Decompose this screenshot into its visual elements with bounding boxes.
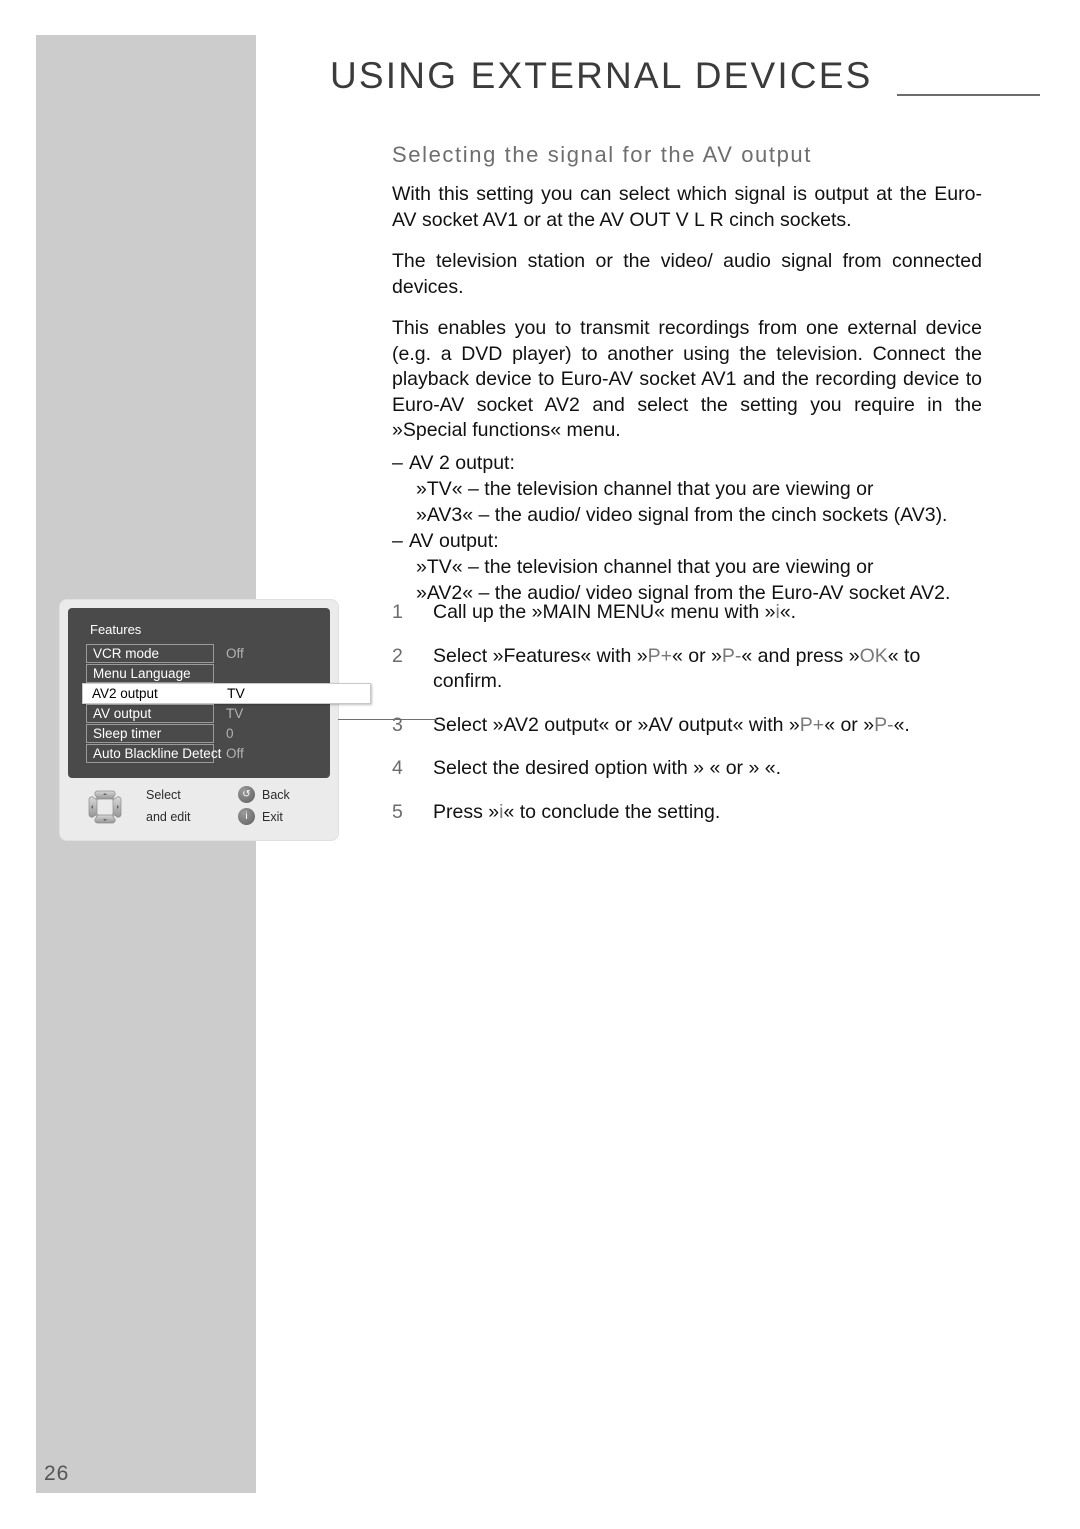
step-number: 3	[392, 713, 403, 736]
step-number: 2	[392, 644, 403, 667]
option-entry: »TV« – the television channel that you a…	[416, 555, 874, 578]
hint-exit-label: Exit	[262, 810, 283, 824]
tv-menu-row-label: Menu Language	[86, 664, 214, 683]
tv-menu-row-value: TV	[226, 706, 244, 721]
page-number: 26	[44, 1462, 70, 1485]
leader-line-to-step-3	[338, 719, 438, 720]
dash-bullet-icon: –	[392, 451, 403, 474]
step-number: 1	[392, 601, 403, 623]
step-text: Select »AV2 output« or »AV output« with …	[433, 713, 800, 736]
option-group-heading: – AV 2 output:	[392, 451, 515, 474]
hint-and-edit-label: and edit	[146, 810, 191, 824]
tv-menu-row-selected[interactable]: AV2 output TV	[82, 683, 371, 704]
tv-menu-row-value: 0	[226, 726, 234, 741]
step-text: «.	[764, 757, 781, 779]
step-text: Press »	[433, 800, 500, 823]
step-key-label: P-	[721, 644, 742, 667]
info-icon: i	[238, 808, 255, 825]
header-rule-divider	[897, 94, 1040, 96]
tv-menu-panel: Features VCR mode Off Menu Language AV2 out…	[68, 608, 371, 778]
tv-menu-row-label: VCR mode	[86, 644, 214, 663]
step-text: Call up the »MAIN MENU« menu with »	[433, 601, 776, 623]
step-text: « or »	[672, 644, 722, 667]
section-title: Selecting the signal for the AV output	[392, 142, 812, 167]
step-item: 2 Select »Features« with »P+« or »P-« and…	[392, 644, 982, 695]
step-item: 5 Press »i« to conclude the setting.	[392, 800, 982, 826]
step-item: 1 Call up the »MAIN MENU« menu with »i«.	[392, 600, 982, 626]
tv-menu-row-value: TV	[227, 685, 245, 701]
hint-back-label: Back	[262, 788, 290, 802]
back-arrow-icon: ↺	[238, 786, 255, 803]
step-text: «.	[893, 713, 910, 736]
step-text: « or »	[709, 757, 760, 779]
dpad-icon	[82, 784, 128, 830]
step-number: 4	[392, 757, 403, 779]
option-entry: »AV3« – the audio/ video signal from the…	[416, 503, 948, 526]
tv-menu-row-label: AV output	[86, 704, 214, 723]
step-text: « and press »	[741, 644, 860, 667]
step-text: « to conclude the setting.	[503, 800, 721, 823]
tv-menu-row-value: Off	[226, 746, 244, 761]
tv-menu-row-value: Off	[226, 646, 244, 661]
option-entry: »TV« – the television channel that you a…	[416, 477, 874, 500]
step-item: 3 Select »AV2 output« or »AV output« with…	[392, 713, 982, 739]
step-item: 4 Select the desired option with » « or »…	[392, 756, 982, 782]
step-text: «.	[779, 601, 797, 623]
step-key-label: P+	[647, 644, 673, 667]
tv-menu-heading: Features	[90, 622, 142, 637]
paragraph: The television station or the video/ aud…	[392, 250, 982, 298]
page-title: USING EXTERNAL DEVICES	[330, 55, 873, 96]
tv-menu-row-label: Auto Blackline Detect	[86, 744, 221, 763]
tv-menu-hint-bar: Select and edit ↺ Back i Exit	[68, 780, 330, 832]
option-group-heading: – AV output:	[392, 529, 499, 552]
numbered-steps-list: 1 Call up the »MAIN MENU« menu with »i«. 2…	[392, 600, 982, 843]
dash-bullet-icon: –	[392, 529, 403, 552]
step-number: 5	[392, 800, 403, 823]
step-key-label: P-	[874, 713, 894, 736]
step-text: Select the desired option with »	[433, 757, 705, 779]
tv-menu-row-label: Sleep timer	[86, 724, 214, 743]
step-text: Select »Features« with »	[433, 644, 648, 667]
paragraph: This enables you to transmit recordings …	[392, 317, 982, 441]
av-output-options-list: – AV 2 output: »TV« – the television chan…	[392, 450, 982, 606]
body-content: With this setting you can select which s…	[392, 182, 982, 606]
paragraph: With this setting you can select which s…	[392, 183, 982, 231]
step-text: « or »	[824, 713, 875, 736]
hint-select-label: Select	[146, 788, 181, 802]
step-key-label: P+	[799, 713, 825, 736]
step-key-label: OK	[859, 644, 888, 667]
tv-menu-screenshot: Features VCR mode Off Menu Language AV2 out…	[60, 600, 438, 840]
